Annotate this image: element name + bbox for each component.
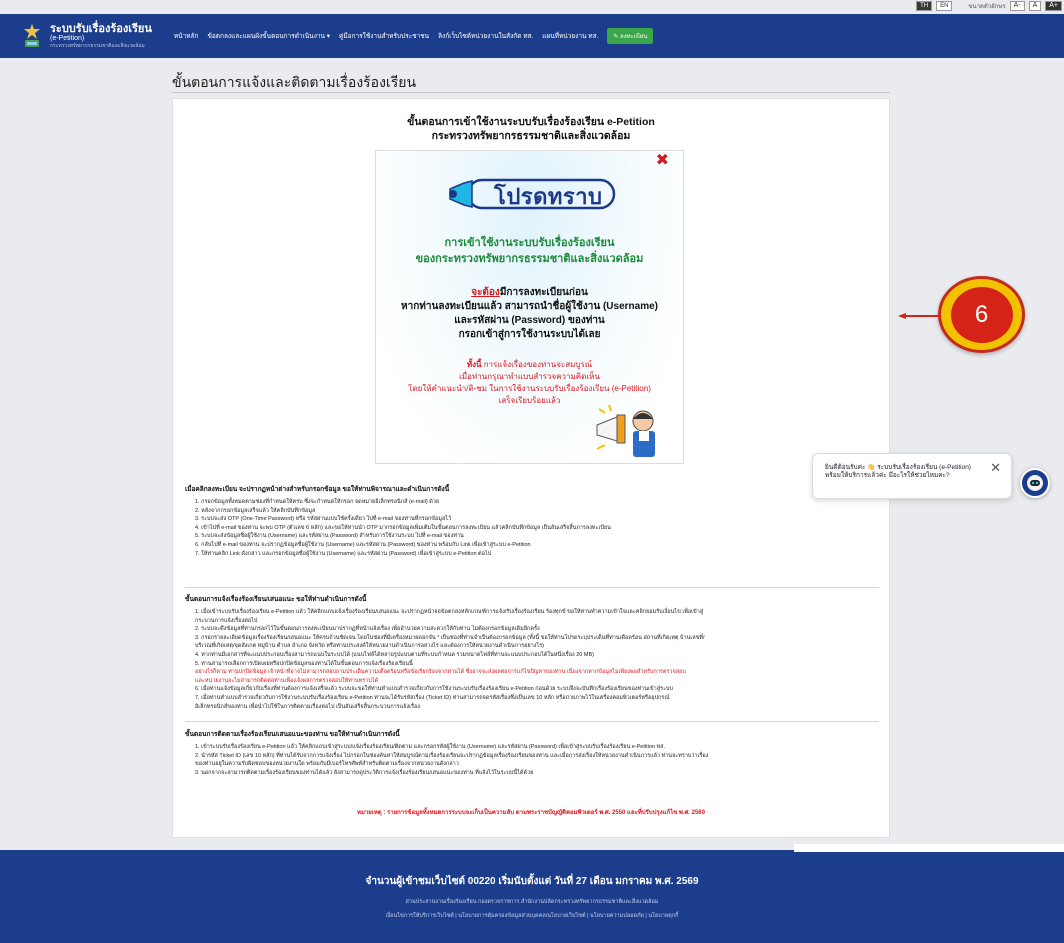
warning-text: อย่างไรก็ตาม ท่านปกปิดข้อมูล เจ้าหน้าที่… (195, 669, 686, 676)
card-heading-line2: กระทรวงทรัพยากรธรรมชาติและสิ่งแวดล้อม (431, 130, 631, 142)
font-normal-button[interactable]: A (1028, 1, 1042, 11)
megaphone-icon (596, 404, 655, 457)
list-item: 6. เมื่อท่านแจ้งข้อมูลเกี่ยวกับเรื่องที่… (195, 686, 674, 693)
list-item: 1. กรอกข้อมูลทั้งหมดตามช่องที่กำหนดให้คร… (195, 499, 440, 505)
register-section: เมื่อคลิกลงทะเบียน จะปรากฏหน้าต่างสำหรับ… (185, 484, 879, 558)
warning-text: และหน่วยงานจะไม่สามารถติดต่อท่านเพื่อแจ้… (195, 677, 379, 684)
poster-black-line1: มีการลงทะเบียนก่อน (499, 287, 588, 298)
main-menu: หน้าหลัก ข้อตกลงและแผนผังขั้นตอนการดำเนิ… (174, 28, 654, 44)
card-heading-line1: ขั้นตอนการเข้าใช้งานระบบรับเรื่องร้องเรี… (407, 116, 655, 128)
privacy-note: หมายเหตุ : รายการข้อมูลทั้งหมดการระบบจะเ… (357, 810, 705, 816)
site-footer: จำนวนผู้เข้าชมเว็บไซต์ 00220 เริ่มนับตั้… (0, 844, 1064, 943)
poster-black-line4: กรอกเข้าสู่การใช้งานระบบได้เลย (458, 329, 601, 340)
register-section-title: เมื่อคลิกลงทะเบียน จะปรากฏหน้าต่างสำหรับ… (185, 486, 450, 493)
chatbot-button[interactable] (1020, 468, 1050, 498)
poster-black-line2: หากท่านลงทะเบียนแล้ว สามารถนำชื่อผู้ใช้ง… (401, 301, 658, 312)
list-item: 5. ท่านสามารถเลือกการเปิดเผยหรือปกปิดข้อ… (195, 660, 413, 667)
arrow-left-icon (898, 313, 942, 319)
list-item: 2. นำรหัส Ticket ID (เลข 10 หลัก) ที่ท่า… (195, 752, 709, 759)
chatbot-icon (1027, 475, 1043, 491)
utility-bar: TH EN ขนาดตัวอักษร A- A A+ (916, 0, 1064, 12)
font-increase-button[interactable]: A+ (1045, 1, 1062, 11)
poster-red-line3: โดยให้คำแนะนำ/ติ-ชม ในการใช้งานระบบรับเร… (408, 384, 651, 393)
poster-must: จะต้อง (471, 287, 500, 298)
list-item: ของท่านอยู่ในความรับผิดชอบของหน่วยงานใด … (195, 761, 459, 768)
font-decrease-button[interactable]: A- (1009, 1, 1025, 11)
site-logo[interactable]: ระบบรับเรื่องร้องเรียน (e-Petition) กระท… (20, 23, 152, 49)
menu-item-home[interactable]: หน้าหลัก (174, 31, 199, 41)
poster-black-line3: และรหัสผ่าน (Password) ของท่าน (454, 315, 605, 326)
footer-overlay-panel (794, 844, 1064, 852)
content-card: ขั้นตอนการเข้าใช้งานระบบรับเรื่องร้องเรี… (172, 98, 890, 838)
banner-text: โปรดทราบ (494, 184, 603, 209)
section-divider (185, 721, 879, 722)
poster-red-bold: ทั้งนี้ (466, 360, 482, 369)
register-button[interactable]: ✎ ลงทะเบียน (607, 28, 654, 44)
logo-subtitle: (e-Petition) (50, 35, 85, 42)
tracking-section: ขั้นตอนการติดตามเรื่องร้องเรียน/เสนอแนะข… (185, 729, 879, 777)
visitor-counter: จำนวนผู้เข้าชมเว็บไซต์ 00220 เริ่มนับตั้… (365, 876, 699, 887)
list-item: 1. เข้าระบบรับเรื่องร้องเรียน e-Petition… (195, 744, 666, 750)
list-item: 3. ระบบจะส่ง OTP (One-Time Password) หรื… (195, 516, 452, 523)
list-item: อิเล็กทรอนิกส์ของท่าน เพื่อนำไปใช้ในการต… (195, 703, 420, 710)
poster-red-line1: การแจ้งเรื่องของท่านจะสมบูรณ์ (481, 360, 593, 369)
notice-poster: ✖ โปรดทราบ การเข้าใช้งานระบบรับเรื่องร้อ… (375, 150, 684, 464)
menu-item-links[interactable]: ลิงก์เว็บไซต์หน่วยงานในสังกัด ทส. (438, 31, 533, 41)
logo-title: ระบบรับเรื่องร้องเรียน (50, 23, 152, 35)
footer-links[interactable]: เงื่อนไขการให้บริการเว็บไซต์ | นโยบายการ… (0, 912, 1064, 920)
list-item: 7. เมื่อท่านทำแบบสำรวจเกี่ยวกับการใช้งาน… (195, 694, 670, 701)
list-item: 7. ให้ท่านคลิก Link ดังกล่าว และกรอกข้อม… (195, 550, 492, 557)
list-item: 3. นอกจากจะสามารถติดตามเรื่องร้องเรียนขอ… (195, 769, 534, 776)
logo-org: กระทรวงทรัพยากรธรรมชาติและสิ่งแวดล้อม (50, 43, 145, 49)
warning-item: อย่างไรก็ตาม ท่านปกปิดข้อมูล เจ้าหน้าที่… (195, 668, 879, 677)
page-title: ขั้นตอนการแจ้งและติดตามเรื่องร้องเรียน (172, 74, 417, 90)
poster-red-text: ทั้งนี้ การแจ้งเรื่องของท่านจะสมบูรณ์ เม… (376, 359, 683, 407)
emblem-icon (24, 24, 40, 47)
list-item: 3. กรอกรายละเอียดข้อมูลเรื่องร้องเรียน/เ… (195, 634, 705, 641)
menu-item-manual[interactable]: คู่มือการใช้งานสำหรับประชาชน (339, 31, 429, 41)
list-item: 4. เข้าไปที่ e-mail ของท่าน จะพบ OTP (ตั… (195, 524, 611, 531)
close-icon: ✖ (655, 152, 669, 169)
lang-th-button[interactable]: TH (916, 1, 933, 11)
chat-message: ยินดีต้อนรับค่ะ 👋 ระบบรับเรื่องร้องเรียน… (825, 464, 971, 479)
list-item: 2. ระบบจะดึงข้อมูลที่ท่านกรอกไว้ในขั้นตอ… (195, 626, 540, 633)
chat-greeting-popup[interactable]: ยินดีต้อนรับค่ะ 👋 ระบบรับเรื่องร้องเรียน… (812, 453, 1012, 499)
poster-red-line2: เมื่อท่านกรุณาทำแบบสำรวจความคิดเห็น (459, 372, 600, 381)
report-section-title: ขั้นตอนการแจ้งเรื่องร้องเรียน/เสนอแนะ ขอ… (185, 596, 367, 603)
lang-en-button[interactable]: EN (936, 1, 953, 11)
list-item: กระบวนการแจ้งเรื่องต่อไป (195, 617, 258, 624)
list-item: 2. หลังจากกรอกข้อมูลเสร็จแล้ว ให้คลิกบัน… (195, 507, 316, 514)
menu-item-map[interactable]: แผนที่หน่วยงาน ทส. (542, 31, 598, 41)
register-label: ลงทะเบียน (620, 34, 648, 40)
footer-agency: ส่วนประสานงานเรื่องร้องเรียน กองตรวจราชก… (405, 899, 659, 905)
tracking-section-title: ขั้นตอนการติดตามเรื่องร้องเรียน/เสนอแนะข… (185, 731, 400, 738)
font-size-label: ขนาดตัวอักษร (968, 4, 1006, 10)
title-divider (172, 92, 890, 93)
list-item: 6. กลับไปที่ e-mail ของท่าน จะปรากฏข้อมู… (195, 541, 531, 548)
menu-item-agreement[interactable]: ข้อตกลงและแผนผังขั้นตอนการดำเนินงาน ▾ (207, 31, 330, 41)
report-section: ขั้นตอนการแจ้งเรื่องร้องเรียน/เสนอแนะ ขอ… (185, 594, 879, 711)
list-item: 1. เมื่อเข้าระบบรับเรื่องร้องเรียน e-Pet… (195, 609, 704, 615)
poster-green-line2: ของกระทรวงทรัพยากรธรรมชาติและสิ่งแวดล้อม (415, 253, 644, 265)
close-icon[interactable]: ✕ (990, 460, 1001, 476)
list-item: บริเวณที่เกิดเหตุ/จุดสังเกต หมู่บ้าน ตำบ… (195, 643, 544, 650)
top-navigation: ระบบรับเรื่องร้องเรียน (e-Petition) กระท… (0, 14, 1064, 58)
section-divider (185, 587, 879, 588)
card-heading: ขั้นตอนการเข้าใช้งานระบบรับเรื่องร้องเรี… (173, 115, 889, 143)
step-callout-number: 6 (950, 286, 1013, 343)
warning-item: และหน่วยงานจะไม่สามารถติดต่อท่านเพื่อแจ้… (195, 677, 879, 686)
list-item: 5. ระบบจะส่งข้อมูลชื่อผู้ใช้งาน (Usernam… (195, 533, 464, 540)
poster-black-text: จะต้องมีการลงทะเบียนก่อน หากท่านลงทะเบีย… (376, 286, 683, 342)
list-item: 4. หากท่านมีเอกสารที่จะแนบประกอบเรื่องสา… (195, 651, 594, 658)
step-callout-badge: 6 (938, 276, 1025, 353)
